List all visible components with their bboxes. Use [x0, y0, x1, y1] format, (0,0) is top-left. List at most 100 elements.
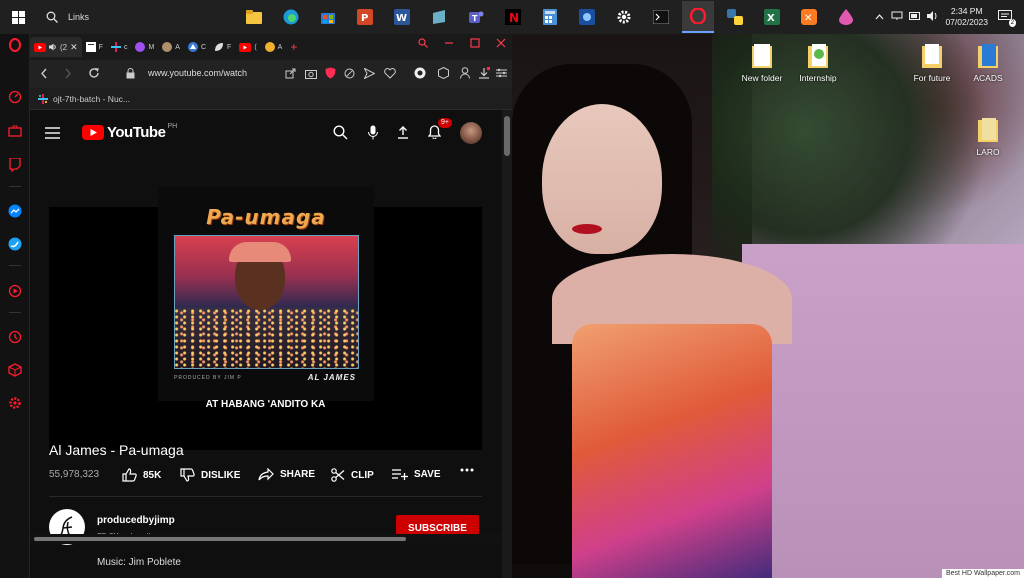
desktop-icon-acads[interactable]: ACADS: [953, 42, 1023, 83]
youtube-logo-text: YouTube: [107, 124, 166, 141]
taskbar-search[interactable]: Links: [36, 0, 186, 34]
heart-icon[interactable]: [384, 68, 396, 81]
share-button[interactable]: SHARE: [258, 468, 315, 481]
tab-pinned-4[interactable]: A: [158, 37, 184, 57]
notification-center-icon[interactable]: 2: [998, 10, 1016, 27]
tab-pinned-5[interactable]: C: [184, 37, 210, 57]
tab-pinned-1[interactable]: F: [82, 37, 107, 57]
taskbar-powerpoint[interactable]: P: [349, 1, 381, 33]
tab-slack[interactable]: c: [107, 37, 132, 57]
network-icon[interactable]: [891, 11, 903, 23]
back-arrow-icon[interactable]: [40, 68, 48, 81]
scrollbar-thumb[interactable]: [504, 116, 510, 156]
desktop-icon-laro[interactable]: LARO: [953, 116, 1023, 157]
taskbar-store[interactable]: [312, 1, 344, 33]
tab-close-icon[interactable]: ✕: [70, 42, 78, 53]
taskbar-python[interactable]: [719, 1, 751, 33]
adblock-shield-icon[interactable]: [325, 67, 336, 81]
tab-pinned-8[interactable]: A: [261, 37, 287, 57]
tab-pinned-6[interactable]: F: [210, 37, 235, 57]
hamburger-menu-icon[interactable]: [45, 126, 60, 144]
forward-arrow-icon[interactable]: [64, 68, 72, 81]
vpn-icon[interactable]: [414, 67, 426, 81]
dislike-button[interactable]: DISLIKE: [180, 468, 240, 482]
taskbar-opera[interactable]: [682, 1, 714, 33]
new-tab-button[interactable]: +: [286, 37, 301, 57]
twitch-icon[interactable]: [8, 158, 22, 172]
vertical-scrollbar[interactable]: [502, 110, 512, 578]
profile-icon[interactable]: [460, 67, 470, 81]
svg-text:T: T: [472, 14, 478, 23]
save-button[interactable]: SAVE: [392, 468, 441, 480]
speed-dial-icon[interactable]: [8, 90, 22, 104]
leaf-tab-icon: [215, 43, 224, 51]
player-icon[interactable]: [8, 284, 22, 298]
settings-gear-icon[interactable]: [8, 396, 22, 410]
tab-youtube-2[interactable]: (: [235, 37, 260, 57]
taskbar-terminal[interactable]: [645, 1, 677, 33]
taskbar-edge[interactable]: [275, 1, 307, 33]
yt-search-icon[interactable]: [330, 122, 350, 142]
taskbar-notes[interactable]: [423, 1, 455, 33]
opera-menu-icon[interactable]: [8, 38, 22, 52]
extensions-cube-icon[interactable]: [8, 363, 22, 377]
microphone-icon[interactable]: [363, 122, 383, 142]
clip-button[interactable]: CLIP: [331, 468, 374, 482]
reload-icon[interactable]: [88, 67, 100, 81]
cube-extension-icon[interactable]: [438, 66, 449, 81]
bookmark-item[interactable]: ojt-7th-batch - Nuc...: [38, 93, 130, 104]
tab-letter: A: [277, 43, 283, 51]
folder-icon: [246, 10, 262, 24]
clip-label: CLIP: [351, 469, 374, 481]
close-icon[interactable]: [496, 38, 506, 51]
messenger-icon[interactable]: [8, 204, 22, 218]
maximize-icon[interactable]: [470, 38, 480, 51]
taskbar-file-explorer[interactable]: [238, 1, 270, 33]
minimize-icon[interactable]: [444, 38, 454, 51]
account-avatar[interactable]: [460, 122, 482, 144]
tab-search-icon[interactable]: [418, 38, 428, 51]
taskbar-settings[interactable]: [608, 1, 640, 33]
tab-messenger[interactable]: M: [131, 37, 158, 57]
droplet-icon: [839, 9, 853, 25]
taskbar-calculator[interactable]: [534, 1, 566, 33]
download-icon[interactable]: [478, 66, 491, 81]
share-url-icon[interactable]: [285, 68, 296, 81]
upload-icon[interactable]: [393, 122, 413, 142]
battery-icon[interactable]: [909, 12, 921, 22]
more-actions-button[interactable]: [460, 468, 474, 472]
history-icon[interactable]: [8, 330, 22, 344]
lock-icon[interactable]: [126, 68, 135, 81]
volume-icon[interactable]: [927, 11, 939, 23]
svg-text:X: X: [767, 13, 775, 24]
share-label: SHARE: [280, 469, 316, 480]
taskbar-netflix[interactable]: N: [497, 1, 529, 33]
send-icon[interactable]: [363, 67, 376, 81]
url-field[interactable]: www.youtube.com/watch: [148, 68, 247, 78]
netflix-icon: N: [505, 9, 521, 25]
horizontal-scrollbar[interactable]: [30, 534, 502, 544]
taskbar-clock[interactable]: 2:34 PM 07/02/2023: [945, 6, 988, 28]
desktop-icon-internship[interactable]: Internship: [783, 42, 853, 83]
taskbar-word[interactable]: W: [386, 1, 418, 33]
taskbar-xampp[interactable]: ✕: [793, 1, 825, 33]
tab-youtube-active[interactable]: (2 ✕: [30, 37, 82, 57]
taskbar-droplet[interactable]: [830, 1, 862, 33]
snapshot-camera-icon[interactable]: [305, 68, 317, 81]
twitter-icon[interactable]: [8, 237, 22, 251]
channel-name[interactable]: producedbyjimp: [97, 515, 175, 526]
briefcase-icon[interactable]: [8, 124, 22, 138]
scrollbar-thumb[interactable]: [34, 537, 406, 541]
youtube-logo[interactable]: YouTube PH: [82, 123, 177, 141]
taskbar-teams[interactable]: T: [460, 1, 492, 33]
taskbar-excel[interactable]: X: [756, 1, 788, 33]
chevron-up-icon[interactable]: [875, 13, 884, 22]
start-button[interactable]: [0, 0, 36, 34]
easy-setup-icon[interactable]: [496, 68, 507, 80]
notifications-bell-icon[interactable]: 9+: [424, 118, 452, 142]
address-bar: www.youtube.com/watch: [30, 60, 512, 88]
calculator-icon: [543, 9, 557, 25]
tracker-blocker-icon[interactable]: [344, 68, 355, 81]
like-button[interactable]: 85K: [122, 468, 161, 482]
taskbar-app-shield[interactable]: [571, 1, 603, 33]
